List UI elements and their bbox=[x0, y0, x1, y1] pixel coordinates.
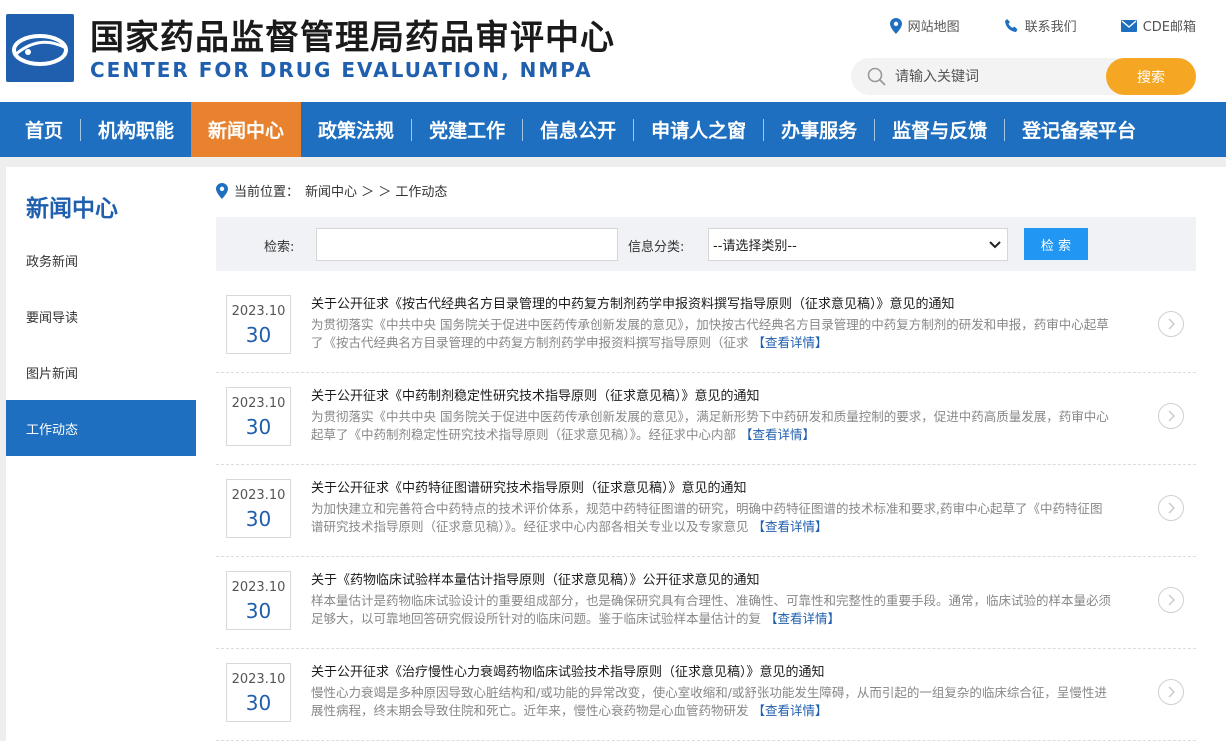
sidebar-title: 新闻中心 bbox=[26, 196, 118, 222]
news-summary-text: 慢性心力衰竭是多种原因导致心脏结构和/或功能的异常改变，使心室收缩和/或舒张功能… bbox=[311, 685, 1107, 718]
breadcrumb-prefix: 当前位置： bbox=[234, 185, 300, 200]
nav-item-applicant[interactable]: 申请人之窗 bbox=[634, 102, 763, 157]
mail-icon bbox=[1120, 19, 1137, 32]
date-box: 2023.10 30 bbox=[226, 571, 291, 630]
keyword-input[interactable] bbox=[316, 228, 618, 261]
main-nav: 首页 机构职能 新闻中心 政策法规 党建工作 信息公开 申请人之窗 办事服务 监… bbox=[0, 102, 1226, 157]
site-header: 国家药品监督管理局药品审评中心 CENTER FOR DRUG EVALUATI… bbox=[0, 0, 1226, 102]
date-box: 2023.10 30 bbox=[226, 479, 291, 538]
search-button[interactable]: 搜索 bbox=[1106, 58, 1196, 95]
list-item: 2023.10 30 关于公开征求《中药特征图谱研究技术指导原则（征求意见稿）》… bbox=[216, 465, 1196, 557]
news-title[interactable]: 关于公开征求《中药制剂稳定性研究技术指导原则（征求意见稿）》意见的通知 bbox=[311, 385, 760, 404]
main-content: 当前位置： 新闻中心 ＞ ＞ 工作动态 检索: 信息分类: --请选择类别-- … bbox=[196, 167, 1226, 741]
sidebar-item-gov-news[interactable]: 政务新闻 bbox=[6, 232, 196, 288]
filter-search-button[interactable]: 检 索 bbox=[1024, 228, 1088, 260]
site-search: 搜索 bbox=[851, 58, 1196, 95]
date-box: 2023.10 30 bbox=[226, 663, 291, 722]
nav-item-registration[interactable]: 登记备案平台 bbox=[1005, 102, 1153, 157]
search-input[interactable] bbox=[895, 58, 1095, 95]
list-item: 2023.10 30 关于公开征求《中药制剂稳定性研究技术指导原则（征求意见稿）… bbox=[216, 373, 1196, 465]
sidebar-item-photo-news[interactable]: 图片新闻 bbox=[6, 344, 196, 400]
nav-item-home[interactable]: 首页 bbox=[8, 102, 80, 157]
site-title-en: CENTER FOR DRUG EVALUATION, NMPA bbox=[90, 58, 593, 82]
date-box: 2023.10 30 bbox=[226, 295, 291, 354]
mail-label: CDE邮箱 bbox=[1142, 20, 1196, 35]
location-pin-icon bbox=[216, 182, 228, 199]
location-pin-icon bbox=[889, 17, 902, 34]
list-item: 2023.10 30 关于公开征求《按古代经典名方目录管理的中药复方制剂药学申报… bbox=[216, 281, 1196, 373]
view-details-link[interactable]: 【查看详情】 bbox=[765, 611, 840, 626]
news-summary: 为贯彻落实《中共中央 国务院关于促进中医药传承创新发展的意见》，加快按古代经典名… bbox=[311, 316, 1111, 352]
nav-item-news[interactable]: 新闻中心 bbox=[191, 102, 302, 157]
news-title[interactable]: 关于《药物临床试验样本量估计指导原则（征求意见稿）》公开征求意见的通知 bbox=[311, 569, 760, 588]
chevron-down-icon bbox=[989, 241, 1001, 249]
breadcrumb: 当前位置： 新闻中心 ＞ ＞ 工作动态 bbox=[216, 181, 447, 200]
arrow-right-icon[interactable] bbox=[1158, 403, 1184, 429]
sitemap-link[interactable]: 网站地图 bbox=[889, 16, 960, 35]
arrow-right-icon[interactable] bbox=[1158, 679, 1184, 705]
date-day: 30 bbox=[245, 691, 272, 715]
category-select[interactable]: --请选择类别-- bbox=[708, 228, 1008, 261]
mail-link[interactable]: CDE邮箱 bbox=[1120, 16, 1196, 35]
date-year-month: 2023.10 bbox=[231, 580, 286, 595]
arrow-right-icon[interactable] bbox=[1158, 495, 1184, 521]
sitemap-label: 网站地图 bbox=[907, 20, 960, 35]
news-title[interactable]: 关于公开征求《治疗慢性心力衰竭药物临床试验技术指导原则（征求意见稿）》意见的通知 bbox=[311, 661, 825, 680]
filter-bar: 检索: 信息分类: --请选择类别-- 检 索 bbox=[216, 217, 1196, 271]
news-summary-text: 为加快建立和完善符合中药特点的技术评价体系，规范中药特征图谱的研究，明确中药特征… bbox=[311, 501, 1103, 534]
site-title: 国家药品监督管理局药品审评中心 bbox=[90, 18, 615, 58]
arrow-right-icon[interactable] bbox=[1158, 311, 1184, 337]
nav-item-disclosure[interactable]: 信息公开 bbox=[523, 102, 633, 157]
news-summary-text: 为贯彻落实《中共中央 国务院关于促进中医药传承创新发展的意见》，满足新形势下中药… bbox=[311, 409, 1109, 442]
news-summary-text: 为贯彻落实《中共中央 国务院关于促进中医药传承创新发展的意见》，加快按古代经典名… bbox=[311, 317, 1109, 350]
date-day: 30 bbox=[245, 507, 272, 531]
news-summary: 慢性心力衰竭是多种原因导致心脏结构和/或功能的异常改变，使心室收缩和/或舒张功能… bbox=[311, 684, 1111, 720]
date-year-month: 2023.10 bbox=[231, 672, 286, 687]
view-details-link[interactable]: 【查看详情】 bbox=[753, 335, 828, 350]
news-summary-text: 样本量估计是药物临床试验设计的重要组成部分，也是确保研究具有合理性、准确性、可靠… bbox=[311, 593, 1112, 626]
view-details-link[interactable]: 【查看详情】 bbox=[753, 519, 828, 534]
site-logo[interactable] bbox=[6, 14, 74, 82]
list-item: 2023.10 30 关于《药物临床试验样本量估计指导原则（征求意见稿）》公开征… bbox=[216, 557, 1196, 649]
news-summary: 样本量估计是药物临床试验设计的重要组成部分，也是确保研究具有合理性、准确性、可靠… bbox=[311, 592, 1111, 628]
sidebar-item-work-updates[interactable]: 工作动态 bbox=[6, 400, 196, 456]
phone-icon bbox=[1004, 19, 1018, 32]
category-label: 信息分类: bbox=[628, 240, 685, 255]
news-title[interactable]: 关于公开征求《中药特征图谱研究技术指导原则（征求意见稿）》意见的通知 bbox=[311, 477, 747, 496]
date-day: 30 bbox=[245, 599, 272, 623]
date-day: 30 bbox=[245, 415, 272, 439]
date-day: 30 bbox=[245, 323, 272, 347]
nav-item-services[interactable]: 办事服务 bbox=[764, 102, 874, 157]
news-list: 2023.10 30 关于公开征求《按古代经典名方目录管理的中药复方制剂药学申报… bbox=[216, 281, 1196, 741]
nav-item-party[interactable]: 党建工作 bbox=[412, 102, 522, 157]
news-title[interactable]: 关于公开征求《按古代经典名方目录管理的中药复方制剂药学申报资料撰写指导原则（征求… bbox=[311, 293, 955, 312]
search-label: 检索: bbox=[264, 240, 295, 255]
date-year-month: 2023.10 bbox=[231, 488, 286, 503]
page-body: 新闻中心 政务新闻 要闻导读 图片新闻 工作动态 当前位置： 新闻中心 ＞ ＞ … bbox=[0, 157, 1226, 741]
category-selected: --请选择类别-- bbox=[713, 239, 797, 254]
nav-item-policy[interactable]: 政策法规 bbox=[301, 102, 411, 157]
nav-item-feedback[interactable]: 监督与反馈 bbox=[875, 102, 1004, 157]
news-summary: 为贯彻落实《中共中央 国务院关于促进中医药传承创新发展的意见》，满足新形势下中药… bbox=[311, 408, 1111, 444]
view-details-link[interactable]: 【查看详情】 bbox=[740, 427, 815, 442]
contact-label: 联系我们 bbox=[1024, 20, 1077, 35]
arrow-right-icon[interactable] bbox=[1158, 587, 1184, 613]
top-links: 网站地图 联系我们 CDE邮箱 bbox=[889, 16, 1196, 35]
list-item: 2023.10 30 关于公开征求《治疗慢性心力衰竭药物临床试验技术指导原则（征… bbox=[216, 649, 1196, 741]
search-icon bbox=[867, 67, 886, 86]
view-details-link[interactable]: 【查看详情】 bbox=[753, 703, 828, 718]
sidebar-item-headlines[interactable]: 要闻导读 bbox=[6, 288, 196, 344]
nav-item-functions[interactable]: 机构职能 bbox=[81, 102, 191, 157]
date-year-month: 2023.10 bbox=[231, 304, 286, 319]
contact-link[interactable]: 联系我们 bbox=[1004, 16, 1077, 35]
breadcrumb-path[interactable]: 新闻中心 ＞ ＞ 工作动态 bbox=[305, 181, 447, 200]
date-year-month: 2023.10 bbox=[231, 396, 286, 411]
news-summary: 为加快建立和完善符合中药特点的技术评价体系，规范中药特征图谱的研究，明确中药特征… bbox=[311, 500, 1111, 536]
sidebar: 新闻中心 政务新闻 要闻导读 图片新闻 工作动态 bbox=[6, 167, 196, 741]
date-box: 2023.10 30 bbox=[226, 387, 291, 446]
